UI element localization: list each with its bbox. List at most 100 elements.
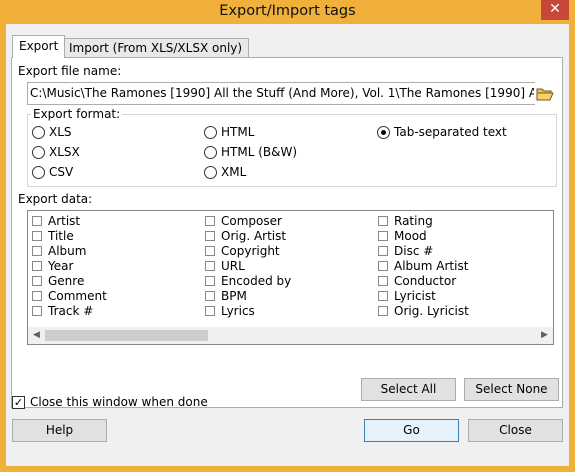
field-title[interactable]: Title	[32, 228, 74, 243]
field-artist[interactable]: Artist	[32, 213, 80, 228]
field-label: Album Artist	[394, 258, 469, 273]
radio-label: HTML	[221, 125, 255, 139]
checkbox	[205, 305, 215, 316]
close-button[interactable]: Close	[468, 419, 563, 442]
checkbox	[378, 215, 388, 226]
checkbox	[378, 275, 388, 286]
field-label: Artist	[48, 213, 81, 228]
select-none-button[interactable]: Select None	[464, 378, 559, 401]
field-rating[interactable]: Rating	[378, 213, 433, 228]
field-label: Title	[48, 228, 74, 243]
radio-tab-separated[interactable]: Tab-separated text	[377, 124, 507, 140]
field-copyright[interactable]: Copyright	[205, 243, 280, 258]
field-label: Disc #	[394, 243, 434, 258]
scroll-left-icon[interactable]: ◀	[28, 327, 45, 344]
checkbox	[378, 305, 388, 316]
checkbox	[378, 260, 388, 271]
field-disc[interactable]: Disc #	[378, 243, 433, 258]
window-title: Export/Import tags	[219, 3, 356, 19]
dialog-body: Export Import (From XLS/XLSX only) Expor…	[6, 24, 569, 466]
field-label: Conductor	[394, 273, 457, 288]
tab-export[interactable]: Export	[12, 35, 66, 58]
field-label: Year	[48, 258, 74, 273]
select-all-button[interactable]: Select All	[361, 378, 456, 401]
field-lyrics[interactable]: Lyrics	[205, 303, 255, 318]
radio-html[interactable]: HTML	[204, 124, 254, 140]
checkbox	[32, 290, 42, 301]
help-button[interactable]: Help	[12, 419, 107, 442]
close-when-done-checkbox[interactable]: ✓ Close this window when done	[12, 395, 208, 409]
radio-xml[interactable]: XML	[204, 164, 246, 180]
radio-button	[32, 125, 45, 139]
field-label: Orig. Artist	[221, 228, 287, 243]
checkbox	[32, 215, 42, 226]
checkbox	[378, 290, 388, 301]
checkbox	[32, 275, 42, 286]
checkbox	[205, 260, 215, 271]
field-label: Mood	[394, 228, 427, 243]
close-icon: ✕	[549, 1, 561, 17]
checkbox	[32, 260, 42, 271]
export-data-label: Export data:	[18, 192, 93, 206]
radio-button	[204, 125, 217, 139]
export-data-list[interactable]: Artist Title Album Year Genre Comment Tr…	[27, 210, 554, 345]
field-label: Encoded by	[221, 273, 292, 288]
radio-button	[32, 145, 45, 159]
radio-xlsx[interactable]: XLSX	[32, 144, 80, 160]
tab-import[interactable]: Import (From XLS/XLSX only)	[62, 38, 250, 57]
field-album-artist[interactable]: Album Artist	[378, 258, 468, 273]
field-genre[interactable]: Genre	[32, 273, 84, 288]
check-icon: ✓	[12, 395, 25, 409]
radio-label: XLSX	[49, 145, 80, 159]
field-album[interactable]: Album	[32, 243, 86, 258]
export-tab-panel: Export file name: C:\Music\The Ramones […	[11, 57, 563, 408]
field-label: Lyrics	[221, 303, 255, 318]
go-button[interactable]: Go	[364, 419, 459, 442]
field-conductor[interactable]: Conductor	[378, 273, 456, 288]
field-orig-artist[interactable]: Orig. Artist	[205, 228, 286, 243]
checkbox	[32, 230, 42, 241]
checkbox	[205, 245, 215, 256]
field-year[interactable]: Year	[32, 258, 73, 273]
radio-label: XML	[221, 165, 247, 179]
radio-button-selected	[377, 125, 390, 139]
field-label: Lyricist	[394, 288, 436, 303]
field-label: Composer	[221, 213, 282, 228]
scrollbar-thumb[interactable]	[45, 330, 208, 341]
radio-label: CSV	[49, 165, 74, 179]
export-format-label: Export format:	[31, 107, 123, 121]
title-bar[interactable]: Export/Import tags ✕	[0, 0, 575, 24]
field-bpm[interactable]: BPM	[205, 288, 247, 303]
radio-button	[204, 165, 217, 179]
field-lyricist[interactable]: Lyricist	[378, 288, 436, 303]
checkbox	[205, 275, 215, 286]
checkbox	[205, 215, 215, 226]
field-label: URL	[221, 258, 245, 273]
field-url[interactable]: URL	[205, 258, 245, 273]
radio-xls[interactable]: XLS	[32, 124, 72, 140]
export-file-name-input[interactable]: C:\Music\The Ramones [1990] All the Stuf…	[27, 82, 535, 105]
field-orig-lyricist[interactable]: Orig. Lyricist	[378, 303, 469, 318]
export-import-dialog: Export/Import tags ✕ Export Import (From…	[0, 0, 575, 472]
field-label: Genre	[48, 273, 85, 288]
field-mood[interactable]: Mood	[378, 228, 427, 243]
scroll-right-icon[interactable]: ▶	[536, 327, 553, 344]
folder-open-icon[interactable]	[534, 83, 556, 104]
export-file-name-label: Export file name:	[18, 64, 122, 78]
field-label: Rating	[394, 213, 433, 228]
radio-csv[interactable]: CSV	[32, 164, 73, 180]
radio-button	[32, 165, 45, 179]
field-label: Album	[48, 243, 87, 258]
horizontal-scrollbar[interactable]: ◀ ▶	[28, 327, 553, 344]
field-composer[interactable]: Composer	[205, 213, 282, 228]
field-encoded-by[interactable]: Encoded by	[205, 273, 291, 288]
radio-label: XLS	[49, 125, 72, 139]
field-track[interactable]: Track #	[32, 303, 93, 318]
checkbox	[205, 230, 215, 241]
close-window-button[interactable]: ✕	[541, 0, 569, 20]
radio-html-bw[interactable]: HTML (B&W)	[204, 144, 297, 160]
close-when-done-label: Close this window when done	[30, 395, 208, 409]
field-comment[interactable]: Comment	[32, 288, 107, 303]
checkbox	[32, 305, 42, 316]
field-label: Orig. Lyricist	[394, 303, 469, 318]
